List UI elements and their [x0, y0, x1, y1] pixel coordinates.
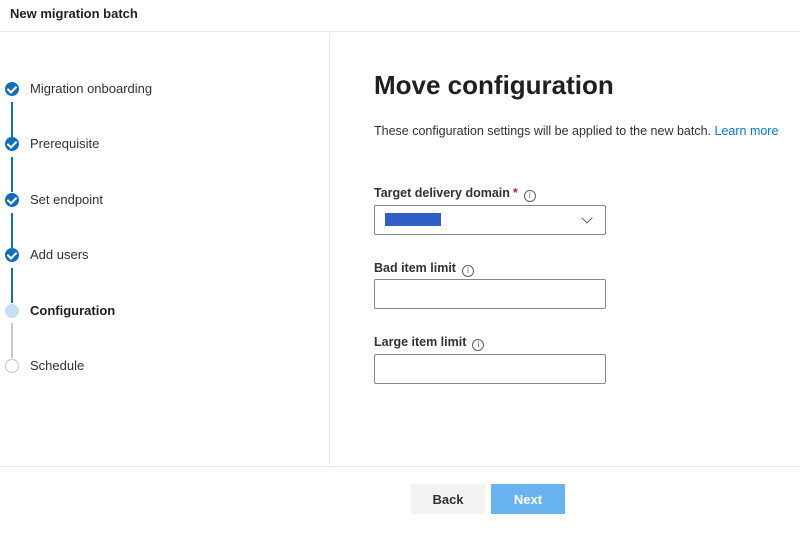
- bad-item-limit-label-text: Bad item limit: [374, 261, 456, 275]
- step-label: Prerequisite: [30, 136, 100, 151]
- wizard-footer: Back Next: [0, 466, 800, 535]
- page-description: These configuration settings will be app…: [374, 124, 778, 138]
- back-button[interactable]: Back: [411, 484, 485, 514]
- description-text: These configuration settings will be app…: [374, 124, 712, 138]
- target-domain-label-text: Target delivery domain: [374, 186, 510, 200]
- large-item-limit-label-text: Large item limit: [374, 335, 467, 349]
- current-step-icon: [5, 304, 19, 318]
- step-schedule[interactable]: Schedule: [0, 356, 330, 376]
- pending-step-icon: [5, 359, 19, 373]
- step-set-endpoint[interactable]: Set endpoint: [0, 190, 330, 210]
- wizard-stepper: Migration onboarding Prerequisite Set en…: [0, 33, 330, 465]
- large-item-limit-input[interactable]: [374, 354, 606, 384]
- check-circle-icon: [5, 82, 19, 96]
- large-item-limit-label: Large item limit i: [374, 335, 485, 351]
- step-configuration[interactable]: Configuration: [0, 301, 330, 321]
- step-add-users[interactable]: Add users: [0, 245, 330, 265]
- next-button[interactable]: Next: [491, 484, 565, 514]
- check-circle-icon: [5, 193, 19, 207]
- step-connector: [11, 157, 13, 192]
- learn-more-link[interactable]: Learn more: [715, 124, 779, 138]
- step-connector: [11, 213, 13, 248]
- step-connector: [11, 268, 13, 303]
- step-label: Set endpoint: [30, 192, 104, 207]
- redacted-domain-value: [385, 213, 441, 226]
- step-connector: [11, 102, 13, 137]
- check-circle-icon: [5, 137, 19, 151]
- info-icon[interactable]: i: [461, 265, 474, 277]
- bad-item-limit-input[interactable]: [374, 279, 606, 309]
- bad-item-limit-label: Bad item limit i: [374, 261, 474, 277]
- step-migration-onboarding[interactable]: Migration onboarding: [0, 79, 330, 99]
- step-label: Migration onboarding: [30, 81, 153, 96]
- required-marker: *: [512, 186, 518, 200]
- info-icon[interactable]: i: [523, 190, 536, 202]
- step-label: Add users: [30, 247, 89, 262]
- step-connector: [11, 323, 13, 358]
- migration-wizard: New migration batch Migration onboarding…: [0, 0, 800, 535]
- wizard-header: New migration batch: [0, 0, 800, 32]
- target-domain-dropdown[interactable]: [374, 205, 606, 235]
- chevron-down-icon: [581, 212, 593, 224]
- page-title: Move configuration: [374, 70, 614, 100]
- info-icon[interactable]: i: [472, 339, 485, 351]
- target-domain-label: Target delivery domain * i: [374, 186, 536, 202]
- step-label: Configuration: [30, 303, 116, 318]
- step-label: Schedule: [30, 358, 85, 373]
- step-prerequisite[interactable]: Prerequisite: [0, 134, 330, 154]
- check-circle-icon: [5, 248, 19, 262]
- wizard-title: New migration batch: [10, 6, 138, 21]
